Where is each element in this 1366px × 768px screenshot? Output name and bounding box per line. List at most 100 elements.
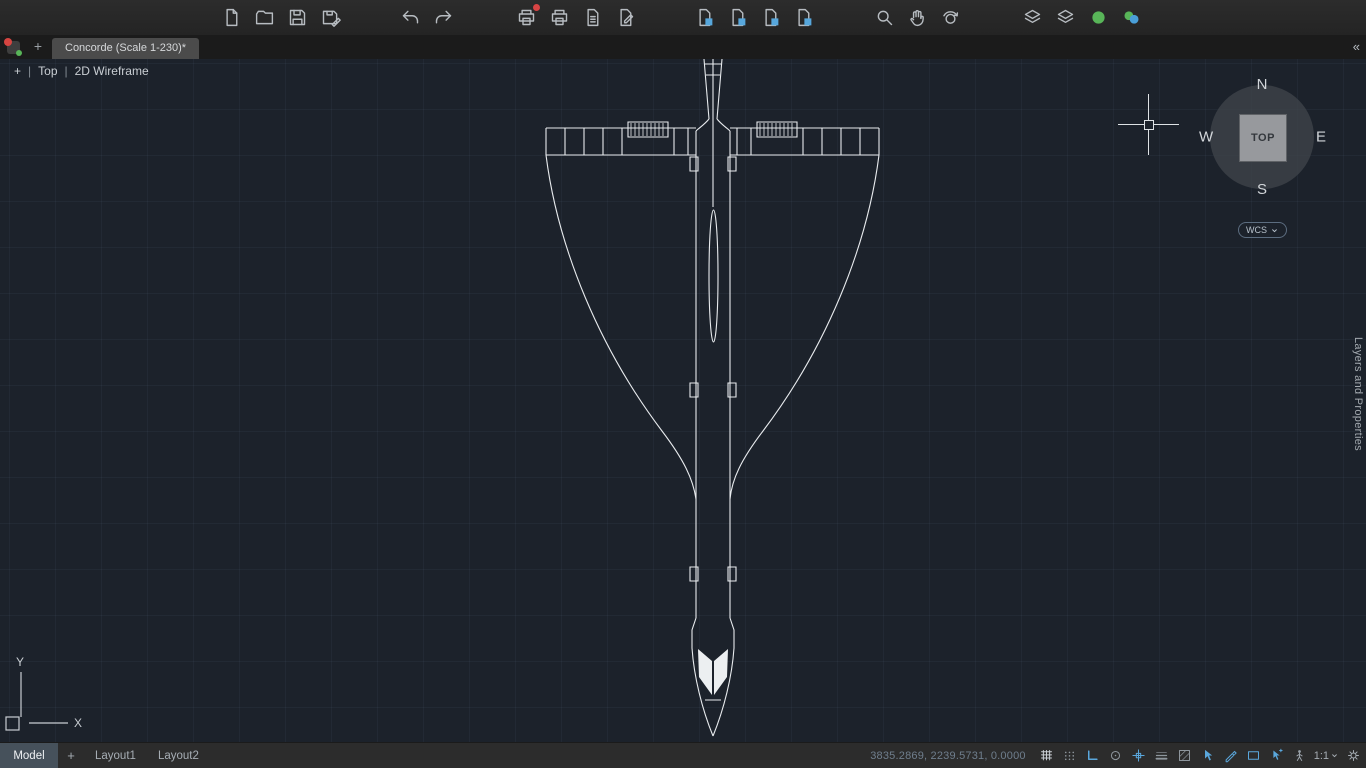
separator: | bbox=[28, 64, 32, 78]
chevron-down-icon bbox=[1330, 751, 1339, 760]
page-setup-button[interactable] bbox=[580, 5, 604, 29]
attach-xref-button[interactable] bbox=[725, 5, 749, 29]
concorde-drawing bbox=[545, 59, 880, 737]
publish-button[interactable] bbox=[613, 5, 637, 29]
page-lines-icon bbox=[582, 7, 603, 28]
status-dot-icon bbox=[16, 50, 22, 56]
undo-icon bbox=[400, 7, 421, 28]
search-button[interactable] bbox=[872, 5, 896, 29]
printer-icon bbox=[549, 7, 570, 28]
viewcube-south[interactable]: S bbox=[1210, 181, 1314, 198]
hand-icon bbox=[907, 7, 928, 28]
save-as-button[interactable] bbox=[318, 5, 342, 29]
attach-pdf-button[interactable] bbox=[791, 5, 815, 29]
view-control-button[interactable]: Top bbox=[38, 64, 57, 78]
viewport-menu-button[interactable]: + bbox=[14, 64, 21, 78]
new-file-button[interactable] bbox=[219, 5, 243, 29]
add-layout-button[interactable]: + bbox=[58, 748, 84, 763]
toolbar-group-layers bbox=[1020, 5, 1143, 29]
viewcube-north[interactable]: N bbox=[1210, 76, 1314, 93]
page-pencil-icon bbox=[615, 7, 636, 28]
toolbar-group-history bbox=[398, 5, 455, 29]
object-snap-toggle[interactable] bbox=[1107, 747, 1124, 764]
cursor-star-icon bbox=[1269, 748, 1284, 763]
status-toggles bbox=[1038, 747, 1308, 764]
open-button[interactable] bbox=[252, 5, 276, 29]
transparency-toggle[interactable] bbox=[1176, 747, 1193, 764]
collapse-tabbar-button[interactable]: « bbox=[1353, 39, 1360, 54]
toolbar-group-navigate bbox=[872, 5, 962, 29]
orbit-icon bbox=[940, 7, 961, 28]
insert-block-button[interactable] bbox=[692, 5, 716, 29]
layer-on-button[interactable] bbox=[1086, 5, 1110, 29]
drawing-tabbar: + Concorde (Scale 1-230)* « bbox=[0, 35, 1366, 59]
separator: | bbox=[64, 64, 68, 78]
line-pencil-icon bbox=[1223, 748, 1238, 763]
page-icon bbox=[221, 7, 242, 28]
status-bar: Model + Layout1 Layout2 3835.2869, 2239.… bbox=[0, 742, 1366, 768]
annotation-tools-toggle[interactable] bbox=[1222, 747, 1239, 764]
viewcube-top-face[interactable]: TOP bbox=[1239, 114, 1287, 162]
page-badge-icon bbox=[760, 7, 781, 28]
gear-icon bbox=[1346, 748, 1361, 763]
undo-button[interactable] bbox=[398, 5, 422, 29]
print-preview-button[interactable] bbox=[547, 5, 571, 29]
ortho-icon bbox=[1085, 748, 1100, 763]
plot-button[interactable] bbox=[514, 4, 540, 29]
viewport-toggle[interactable] bbox=[1245, 747, 1262, 764]
coordinates-readout[interactable]: 3835.2869, 2239.5731, 0.0000 bbox=[870, 750, 1025, 762]
viewcube-west[interactable]: W bbox=[1199, 129, 1213, 146]
orbit-button[interactable] bbox=[938, 5, 962, 29]
viewcube[interactable]: N S W E TOP bbox=[1199, 76, 1326, 198]
annotation-scale-value: 1:1 bbox=[1313, 749, 1329, 762]
magnifier-icon bbox=[874, 7, 895, 28]
lineweight-toggle[interactable] bbox=[1153, 747, 1170, 764]
settings-button[interactable] bbox=[1345, 747, 1362, 764]
snap-mode-toggle[interactable] bbox=[1061, 747, 1078, 764]
wcs-dropdown[interactable]: WCS bbox=[1238, 222, 1287, 238]
save-button[interactable] bbox=[285, 5, 309, 29]
layout1-tab[interactable]: Layout1 bbox=[84, 750, 147, 762]
selection-cycling-toggle[interactable] bbox=[1199, 747, 1216, 764]
annotation-visibility-toggle[interactable] bbox=[1291, 747, 1308, 764]
drawing-tab-active[interactable]: Concorde (Scale 1-230)* bbox=[52, 38, 200, 59]
toolbar-group-insert bbox=[692, 5, 815, 29]
chevron-down-icon bbox=[1270, 226, 1279, 235]
pan-button[interactable] bbox=[905, 5, 929, 29]
viewport-controls: + | Top | 2D Wireframe bbox=[14, 64, 149, 78]
page-badge-icon bbox=[727, 7, 748, 28]
redo-button[interactable] bbox=[431, 5, 455, 29]
circle-green-icon bbox=[1088, 7, 1109, 28]
layers-properties-palette-tab[interactable]: Layers and Properties bbox=[1352, 337, 1364, 451]
new-drawing-button[interactable]: + bbox=[30, 39, 46, 55]
layer-states-button[interactable] bbox=[1053, 5, 1077, 29]
toolbar-group-output bbox=[514, 4, 637, 29]
viewcube-east[interactable]: E bbox=[1316, 129, 1326, 146]
ucs-x-label: X bbox=[74, 716, 82, 730]
quick-properties-toggle[interactable] bbox=[1268, 747, 1285, 764]
grid-display-toggle[interactable] bbox=[1038, 747, 1055, 764]
floppy-icon bbox=[287, 7, 308, 28]
wcs-label: WCS bbox=[1246, 225, 1267, 235]
person-icon bbox=[1292, 748, 1307, 763]
snap-tracking-toggle[interactable] bbox=[1130, 747, 1147, 764]
attach-image-button[interactable] bbox=[758, 5, 782, 29]
visual-style-button[interactable]: 2D Wireframe bbox=[75, 64, 149, 78]
rect-icon bbox=[1246, 748, 1261, 763]
layout2-tab[interactable]: Layout2 bbox=[147, 750, 210, 762]
drawing-canvas[interactable]: + | Top | 2D Wireframe N S W E TOP WCS L… bbox=[0, 59, 1366, 743]
page-badge-icon bbox=[793, 7, 814, 28]
grid-icon bbox=[1039, 748, 1054, 763]
cursor-icon bbox=[1200, 748, 1215, 763]
layer-properties-button[interactable] bbox=[1020, 5, 1044, 29]
redo-icon bbox=[433, 7, 454, 28]
crosshair-pickbox bbox=[1144, 120, 1154, 130]
ortho-mode-toggle[interactable] bbox=[1084, 747, 1101, 764]
layer-settings-button[interactable] bbox=[1119, 5, 1143, 29]
toolbar-group-file bbox=[219, 5, 342, 29]
status-right-cluster: 3835.2869, 2239.5731, 0.0000 1:1 bbox=[870, 743, 1362, 768]
dots-icon bbox=[1062, 748, 1077, 763]
annotation-scale-control[interactable]: 1:1 bbox=[1314, 750, 1339, 762]
floppy-pencil-icon bbox=[320, 7, 341, 28]
model-tab[interactable]: Model bbox=[0, 743, 58, 768]
